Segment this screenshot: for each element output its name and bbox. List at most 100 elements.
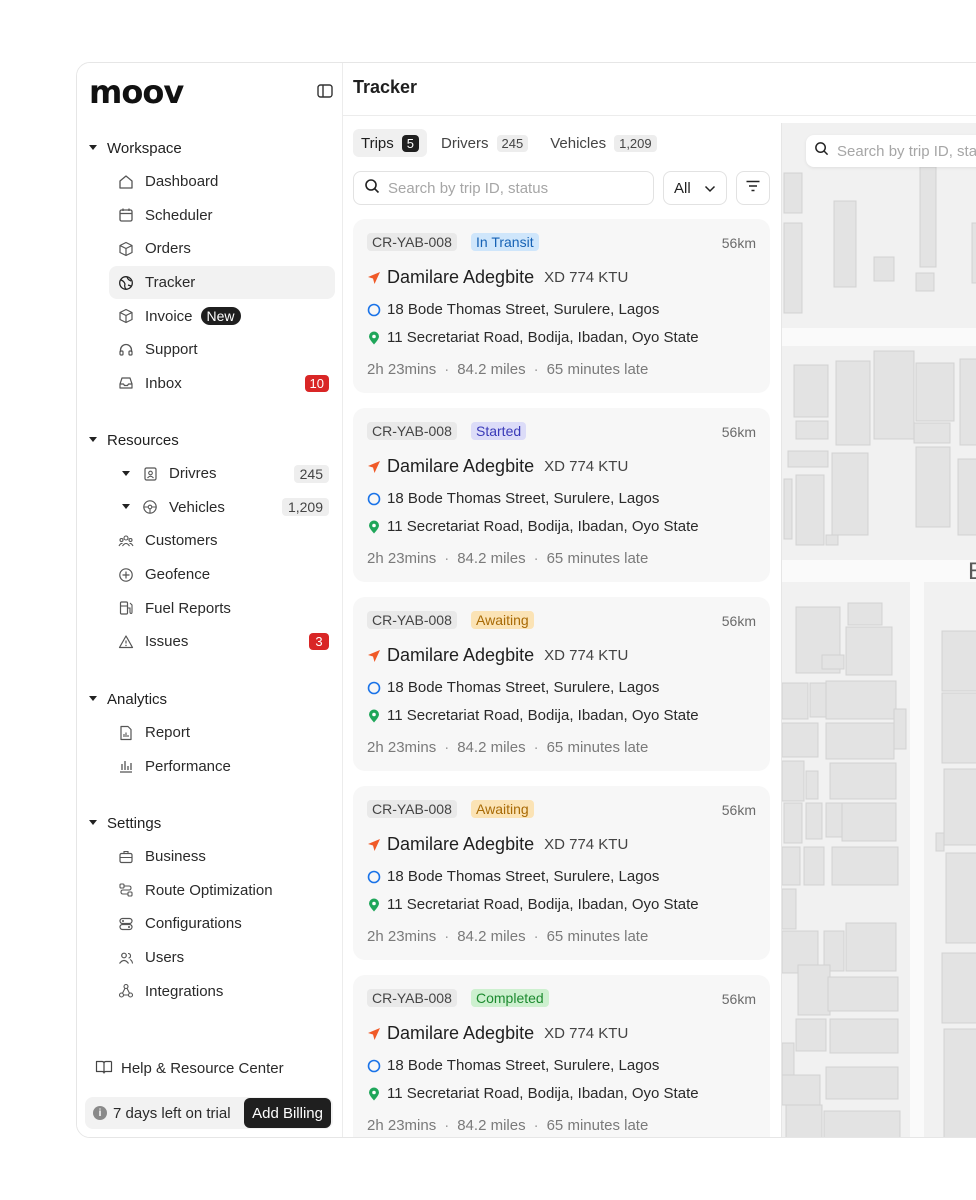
globe-icon (117, 274, 135, 292)
trip-card[interactable]: CR-YAB-008 Awaiting 56km Damilare Adegbi… (353, 597, 770, 771)
sidebar-item-label: Orders (145, 240, 191, 258)
fuel-icon (117, 599, 135, 617)
search-input[interactable] (388, 179, 638, 197)
origin-address: 18 Bode Thomas Street, Surulere, Lagos (367, 868, 659, 885)
destination-text: 11 Secretariat Road, Bodija, Ibadan, Oyo… (387, 518, 699, 535)
vehicle-plate: XD 774 KTU (544, 836, 629, 853)
trip-meta: 2h 23mins · 84.2 miles · 65 minutes late (367, 739, 649, 756)
sidebar-item-users[interactable]: Users (109, 941, 335, 975)
sidebar-item-label: Configurations (145, 915, 242, 933)
sidebar-item-configurations[interactable]: Configurations (109, 907, 335, 941)
calendar-icon (117, 206, 135, 224)
origin-circle-icon (367, 492, 381, 506)
trip-card[interactable]: CR-YAB-008 Started 56km Damilare Adegbit… (353, 408, 770, 582)
tab-trips[interactable]: Trips 5 (353, 129, 428, 157)
drivers-count-badge: 245 (293, 464, 329, 483)
trip-distance: 56km (721, 802, 756, 818)
tab-count: 5 (401, 134, 420, 152)
section-header-workspace[interactable]: Workspace (77, 131, 343, 165)
caret-down-icon (89, 144, 97, 152)
sidebar-item-fuel-reports[interactable]: Fuel Reports (109, 591, 335, 625)
status-filter-select[interactable]: All (663, 171, 727, 205)
sidebar-item-dashboard[interactable]: Dashboard (109, 165, 335, 199)
trip-delay: 65 minutes late (546, 928, 649, 945)
tab-drivers[interactable]: Drivers 245 (433, 129, 536, 157)
vehicle-plate: XD 774 KTU (544, 458, 629, 475)
tab-vehicles[interactable]: Vehicles 1,209 (542, 129, 664, 157)
section-header-resources[interactable]: Resources (77, 423, 343, 457)
config-icon (117, 915, 135, 933)
map-view[interactable]: B (781, 123, 976, 1137)
trip-card[interactable]: CR-YAB-008 Awaiting 56km Damilare Adegbi… (353, 786, 770, 960)
sidebar-item-scheduler[interactable]: Scheduler (109, 199, 335, 233)
trip-distance: 56km (721, 613, 756, 629)
trip-distance: 56km (721, 424, 756, 440)
status-badge: Completed (471, 989, 549, 1007)
sidebar-toggle-icon[interactable] (315, 81, 335, 101)
trip-search (353, 171, 654, 205)
sidebar-item-label: Business (145, 848, 206, 866)
sidebar-item-performance[interactable]: Performance (109, 750, 335, 784)
destination-address: 11 Secretariat Road, Bodija, Ibadan, Oyo… (367, 329, 699, 346)
caret-down-icon[interactable] (121, 504, 131, 510)
section-title: Analytics (107, 690, 168, 708)
filter-value: All (674, 179, 691, 197)
sidebar-item-business[interactable]: Business (109, 840, 335, 874)
sidebar-item-drivers[interactable]: Drivres 245 (109, 457, 335, 491)
sidebar-item-integrations[interactable]: Integrations (109, 974, 335, 1008)
driver-row: Damilare Adegbite XD 774 KTU (367, 1023, 628, 1044)
navigation-arrow-icon (367, 271, 381, 285)
help-resource-center-link[interactable]: Help & Resource Center (95, 1059, 284, 1077)
section-header-analytics[interactable]: Analytics (77, 682, 343, 716)
sidebar-item-support[interactable]: Support (109, 333, 335, 367)
sidebar-item-label: Tracker (145, 274, 196, 292)
caret-down-icon[interactable] (121, 470, 131, 477)
trip-distance: 56km (721, 991, 756, 1007)
sidebar-item-route-optimization[interactable]: Route Optimization (109, 874, 335, 908)
filter-button[interactable] (736, 171, 770, 205)
driver-row: Damilare Adegbite XD 774 KTU (367, 267, 628, 288)
trip-card[interactable]: CR-YAB-008 Completed 56km Damilare Adegb… (353, 975, 770, 1137)
trip-miles: 84.2 miles (457, 1117, 526, 1134)
sidebar-item-label: Drivres (169, 465, 217, 483)
map-canvas (782, 123, 976, 1137)
trip-card[interactable]: CR-YAB-008 In Transit 56km Damilare Adeg… (353, 219, 770, 393)
sidebar-item-report[interactable]: Report (109, 716, 335, 750)
driver-name: Damilare Adegbite (387, 1023, 535, 1043)
navigation-arrow-icon (367, 838, 381, 852)
section-title: Settings (107, 814, 162, 832)
add-billing-button[interactable]: Add Billing (244, 1098, 331, 1128)
map-search-input[interactable] (837, 142, 976, 160)
trip-id: CR-YAB-008 (367, 422, 457, 440)
caret-down-icon (89, 436, 97, 444)
steering-wheel-icon (141, 498, 159, 516)
driver-name: Damilare Adegbite (387, 834, 535, 854)
section-header-settings[interactable]: Settings (77, 806, 343, 840)
destination-address: 11 Secretariat Road, Bodija, Ibadan, Oyo… (367, 707, 699, 724)
sidebar-item-inbox[interactable]: Inbox 10 (109, 367, 335, 401)
origin-text: 18 Bode Thomas Street, Surulere, Lagos (387, 1057, 660, 1074)
sidebar-item-tracker[interactable]: Tracker (109, 265, 335, 300)
driver-row: Damilare Adegbite XD 774 KTU (367, 456, 628, 477)
driver-name: Damilare Adegbite (387, 645, 535, 665)
sidebar-item-geofence[interactable]: Geofence (109, 558, 335, 592)
vehicle-plate: XD 774 KTU (544, 269, 629, 286)
destination-address: 11 Secretariat Road, Bodija, Ibadan, Oyo… (367, 518, 699, 535)
status-badge: Awaiting (471, 800, 534, 818)
origin-address: 18 Bode Thomas Street, Surulere, Lagos (367, 1057, 659, 1074)
sidebar-item-invoice[interactable]: Invoice New (109, 299, 335, 333)
origin-circle-icon (367, 303, 381, 317)
driver-row: Damilare Adegbite XD 774 KTU (367, 834, 628, 855)
sidebar-item-customers[interactable]: Customers (109, 524, 335, 558)
trip-delay: 65 minutes late (546, 550, 649, 567)
warning-icon (117, 633, 135, 651)
trial-text: i 7 days left on trial (85, 1105, 231, 1122)
sidebar-item-vehicles[interactable]: Vehicles 1,209 (109, 491, 335, 525)
destination-text: 11 Secretariat Road, Bodija, Ibadan, Oyo… (387, 1085, 699, 1102)
map-street (782, 328, 976, 346)
sidebar-item-issues[interactable]: Issues 3 (109, 625, 335, 659)
status-badge: Awaiting (471, 611, 534, 629)
location-pin-icon (367, 1087, 381, 1101)
sidebar-item-orders[interactable]: Orders (109, 232, 335, 266)
users-group-icon (117, 532, 135, 550)
